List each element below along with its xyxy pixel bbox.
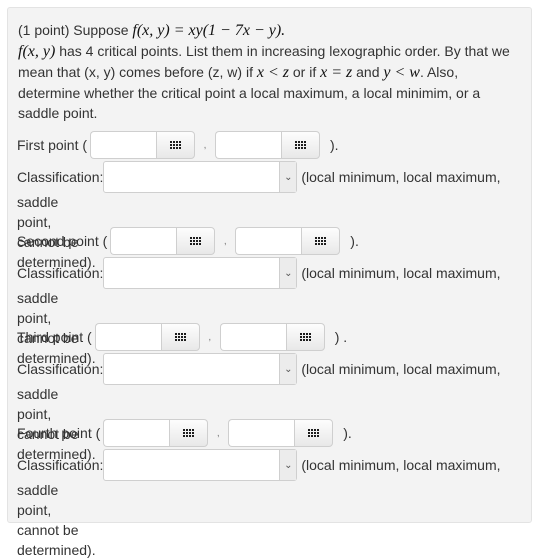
first-point-y-equation-button[interactable] [281,131,321,159]
fourth-point-row: Fourth point ( , ). [17,419,352,447]
second-point-x-input[interactable] [110,227,177,255]
chevron-down-icon[interactable]: ⌄ [279,162,297,192]
chevron-down-icon[interactable]: ⌄ [279,450,297,480]
fourth-point-x-equation-button[interactable] [169,419,209,447]
closing-paren: ). [343,425,352,441]
comma-separator: , [216,427,220,439]
grid-keypad-icon [299,333,311,341]
problem-statement: (1 point) Suppose f(x, y) = xy(1 − 7x − … [18,20,523,123]
fourth-point-y-group [228,419,334,447]
fourth-options-hint-continued: saddle point, cannot be determined). [17,482,96,558]
third-point-x-group [94,323,200,351]
problem-prefix: (1 point) Suppose [18,22,133,38]
first-options-hint: (local minimum, local maximum, [301,169,501,185]
first-point-y-group [215,131,321,159]
closing-paren: ). [350,233,359,249]
or-if-text: or if [288,64,321,80]
grid-keypad-icon [170,141,182,149]
second-classification-label: Classification: [17,265,104,281]
second-classification-select[interactable]: ⌄ [103,257,298,289]
closing-paren: ). [330,137,339,153]
second-point-y-group [235,227,341,255]
second-point-x-equation-button[interactable] [176,227,216,255]
chevron-down-icon[interactable]: ⌄ [279,258,297,288]
first-classification-select[interactable]: ⌄ [103,161,298,193]
grid-keypad-icon [190,237,202,245]
chevron-down-icon[interactable]: ⌄ [279,354,297,384]
second-point-y-equation-button[interactable] [301,227,341,255]
fourth-classification-label: Classification: [17,457,104,473]
third-point-y-group [219,323,325,351]
grid-keypad-icon [174,333,186,341]
first-point-x-equation-button[interactable] [156,131,196,159]
third-point-y-equation-button[interactable] [285,323,325,351]
function-definition: f(x, y) = xy(1 − 7x − y). [132,22,286,39]
condition-y-less-w: y < w [383,64,420,81]
second-point-row: Second point ( , ). [17,227,359,255]
comma-separator: , [223,235,227,247]
first-point-row: First point ( , ). [17,131,339,159]
first-point-x-group [90,131,196,159]
fourth-point-x-group [103,419,209,447]
third-classification-label: Classification: [17,361,104,377]
and-text: and [352,64,384,80]
third-point-y-input[interactable] [219,323,286,351]
fourth-point-label: Fourth point ( [17,425,101,441]
grid-keypad-icon [308,429,320,437]
first-point-x-input[interactable] [90,131,157,159]
comma-separator: , [208,331,212,343]
fourth-classification-select[interactable]: ⌄ [103,449,298,481]
first-point-label: First point ( [17,137,88,153]
grid-keypad-icon [183,429,195,437]
third-classification-select[interactable]: ⌄ [103,353,298,385]
closing-paren: ) . [334,329,348,345]
second-point-x-group [110,227,216,255]
first-classification-row: Classification: ⌄ (local minimum, local … [17,161,501,193]
second-point-y-input[interactable] [235,227,302,255]
third-point-x-input[interactable] [94,323,161,351]
function-reference: f(x, y) [18,43,56,60]
third-point-row: Third point ( , ) . [17,323,347,351]
third-point-label: Third point ( [17,329,92,345]
third-classification-row: Classification: ⌄ (local minimum, local … [17,353,501,385]
second-point-label: Second point ( [17,233,108,249]
third-options-hint: (local minimum, local maximum, [301,361,501,377]
first-classification-label: Classification: [17,169,104,185]
fourth-point-y-input[interactable] [228,419,295,447]
second-classification-row: Classification: ⌄ (local minimum, local … [17,257,501,289]
fourth-point-y-equation-button[interactable] [294,419,334,447]
third-point-x-equation-button[interactable] [160,323,200,351]
comma-separator: , [203,139,207,151]
fourth-options-hint: (local minimum, local maximum, [301,457,501,473]
grid-keypad-icon [315,237,327,245]
condition-x-less-z: x < z [256,64,289,81]
fourth-classification-row: Classification: ⌄ (local minimum, local … [17,449,501,481]
first-point-y-input[interactable] [215,131,282,159]
fourth-point-x-input[interactable] [103,419,170,447]
condition-x-equals-z: x = z [320,64,353,81]
grid-keypad-icon [295,141,307,149]
second-options-hint: (local minimum, local maximum, [301,265,501,281]
